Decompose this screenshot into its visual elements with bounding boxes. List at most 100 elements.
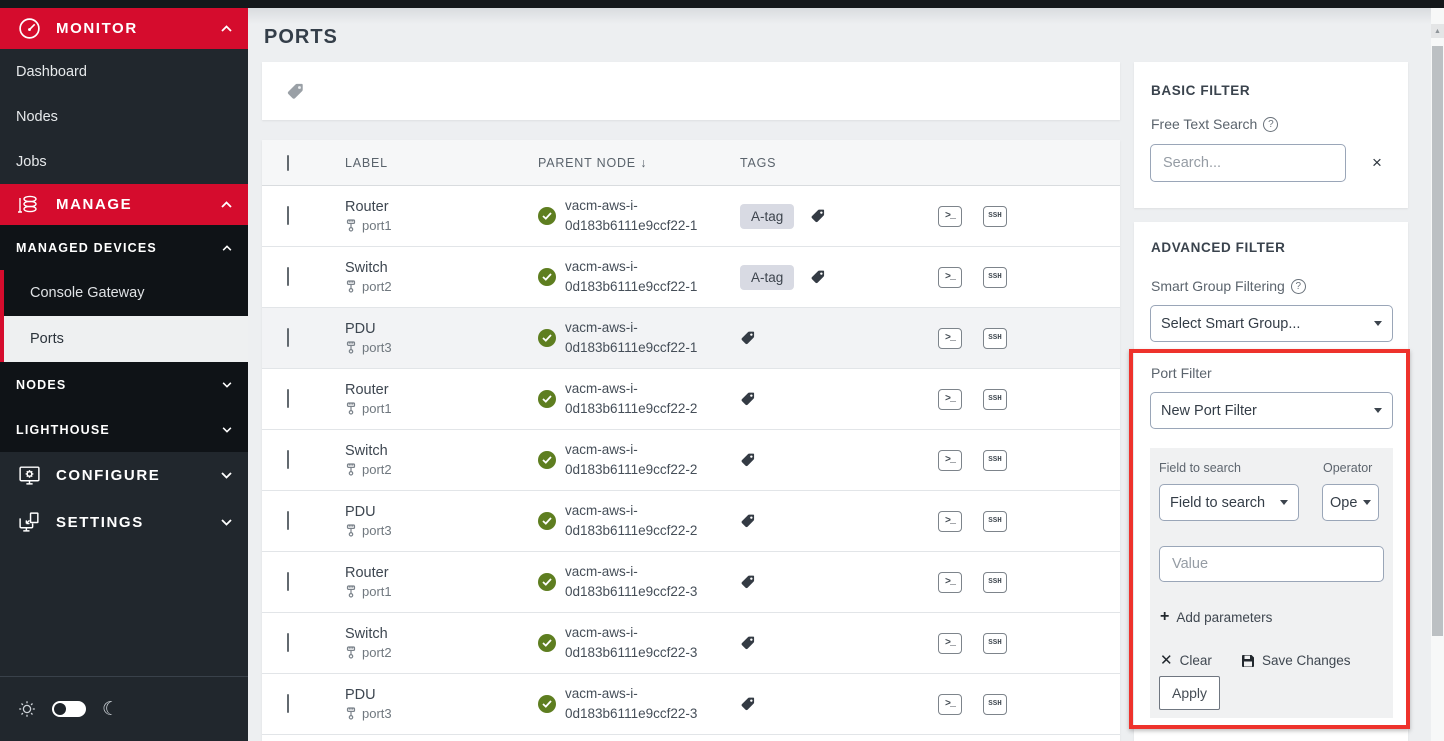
ssh-button[interactable]: SSH [983,450,1007,471]
sidebar-section-label: SETTINGS [56,514,207,531]
help-icon[interactable]: ? [1263,117,1278,132]
column-header-tags[interactable]: TAGS [740,156,938,170]
tag-icon[interactable] [740,330,756,346]
tag-icon[interactable] [740,696,756,712]
sidebar-group-nodes[interactable]: NODES [0,362,248,407]
web-terminal-button[interactable]: >_ [938,633,962,654]
sidebar-item-jobs[interactable]: Jobs [0,139,248,184]
sidebar-item-console-gateway[interactable]: Console Gateway [0,270,248,316]
ssh-button[interactable]: SSH [983,572,1007,593]
table-row[interactable]: Switch port2 vacm-aws-i-0d183b6111e9ccf2… [262,613,1120,674]
tag-icon[interactable] [740,452,756,468]
web-terminal-button[interactable]: >_ [938,328,962,349]
smart-group-filtering-label: Smart Group Filtering ? [1151,278,1306,294]
scrollbar-up-arrow[interactable]: ▲ [1431,24,1444,38]
row-checkbox[interactable] [287,633,289,652]
ssh-button[interactable]: SSH [983,511,1007,532]
tag-icon[interactable] [740,635,756,651]
sidebar-section-manage[interactable]: MANAGE [0,184,248,225]
search-input[interactable] [1150,144,1346,182]
parent-node-name[interactable]: vacm-aws-i-0d183b6111e9ccf22-1 [565,196,697,235]
sidebar-item-ports[interactable]: Ports [0,316,248,362]
vertical-scrollbar[interactable]: ▲ [1431,8,1444,741]
table-row[interactable]: PDU port3 vacm-aws-i-0d183b6111e9ccf22-2 [262,491,1120,552]
web-terminal-button[interactable]: >_ [938,450,962,471]
tag-icon[interactable] [740,391,756,407]
tag-icon[interactable] [810,269,826,285]
bulk-tag-toolbar [262,62,1120,120]
table-row[interactable]: Router port1 vacm-aws-i-0d183b6111e9ccf2… [262,186,1120,247]
table-row[interactable]: Router port1 vacm-aws-i-0d183b6111e9ccf2… [262,552,1120,613]
web-terminal-button[interactable]: >_ [938,206,962,227]
column-header-label[interactable]: LABEL [345,156,538,170]
ssh-button[interactable]: SSH [983,389,1007,410]
ssh-button[interactable]: SSH [983,694,1007,715]
table-row[interactable]: PDU port3 vacm-aws-i-0d183b6111e9ccf22-1 [262,308,1120,369]
sidebar-section-settings[interactable]: SETTINGS [0,499,248,546]
tag-icon[interactable] [810,208,826,224]
table-row[interactable]: Router port1 vacm-aws-i-0d183b6111e9ccf2… [262,369,1120,430]
node-status-ok-icon [538,512,556,530]
help-icon[interactable]: ? [1291,279,1306,294]
tag-icon[interactable] [740,513,756,529]
ssh-button[interactable]: SSH [983,633,1007,654]
web-terminal-button[interactable]: >_ [938,572,962,593]
port-label: Switch [345,626,538,642]
table-row[interactable]: Switch port2 vacm-aws-i-0d183b6111e9ccf2… [262,430,1120,491]
operator-select[interactable]: Opera [1322,484,1379,521]
clear-button[interactable]: ✕ Clear [1160,653,1212,668]
sidebar-item-dashboard[interactable]: Dashboard [0,49,248,94]
clear-search-icon[interactable]: × [1372,153,1382,173]
sidebar-section-configure[interactable]: CONFIGURE [0,452,248,499]
sidebar-group-lighthouse[interactable]: LIGHTHOUSE [0,407,248,452]
table-header-row: LABEL PARENT NODE ↓ TAGS [262,140,1120,186]
parent-node-name[interactable]: vacm-aws-i-0d183b6111e9ccf22-3 [565,684,697,723]
row-checkbox[interactable] [287,267,289,286]
web-terminal-button[interactable]: >_ [938,694,962,715]
scrollbar-thumb[interactable] [1432,46,1443,636]
row-checkbox[interactable] [287,328,289,347]
column-header-parent-node[interactable]: PARENT NODE ↓ [538,156,740,170]
sidebar-item-nodes[interactable]: Nodes [0,94,248,139]
ssh-button[interactable]: SSH [983,267,1007,288]
sidebar-group-managed-devices[interactable]: MANAGED DEVICES [0,225,248,270]
row-checkbox[interactable] [287,389,289,408]
ssh-button[interactable]: SSH [983,328,1007,349]
parent-node-name[interactable]: vacm-aws-i-0d183b6111e9ccf22-1 [565,257,697,296]
smart-group-select[interactable]: Select Smart Group... [1150,305,1393,342]
row-checkbox[interactable] [287,206,289,225]
table-row[interactable]: PDU port3 vacm-aws-i-0d183b6111e9ccf22-3 [262,674,1120,735]
web-terminal-button[interactable]: >_ [938,511,962,532]
row-checkbox[interactable] [287,511,289,530]
web-terminal-button[interactable]: >_ [938,267,962,288]
row-checkbox[interactable] [287,450,289,469]
ssh-button[interactable]: SSH [983,206,1007,227]
tag-chip[interactable]: A-tag [740,204,794,229]
row-checkbox[interactable] [287,694,289,713]
table-row[interactable]: Switch port2 vacm-aws-i-0d183b6111e9ccf2… [262,247,1120,308]
sun-icon [18,700,36,718]
tag-icon[interactable] [286,82,305,101]
tag-chip[interactable]: A-tag [740,265,794,290]
theme-toggle[interactable] [52,701,86,717]
web-terminal-button[interactable]: >_ [938,389,962,410]
port-name: port3 [362,706,392,721]
chevron-up-icon [221,25,232,32]
tag-icon[interactable] [740,574,756,590]
select-all-checkbox[interactable] [287,155,289,171]
parent-node-name[interactable]: vacm-aws-i-0d183b6111e9ccf22-1 [565,318,697,357]
add-parameters-button[interactable]: + Add parameters [1160,609,1272,625]
save-changes-button[interactable]: Save Changes [1241,653,1351,668]
sidebar-section-monitor[interactable]: MONITOR [0,8,248,49]
field-to-search-select[interactable]: Field to search [1159,484,1299,521]
row-checkbox[interactable] [287,572,289,591]
port-filter-select[interactable]: New Port Filter [1150,392,1393,429]
parent-node-name[interactable]: vacm-aws-i-0d183b6111e9ccf22-3 [565,562,697,601]
parent-node-name[interactable]: vacm-aws-i-0d183b6111e9ccf22-2 [565,501,697,540]
value-input[interactable] [1159,546,1384,582]
gauge-icon [16,16,42,41]
parent-node-name[interactable]: vacm-aws-i-0d183b6111e9ccf22-2 [565,379,697,418]
parent-node-name[interactable]: vacm-aws-i-0d183b6111e9ccf22-3 [565,623,697,662]
apply-button[interactable]: Apply [1159,676,1220,710]
parent-node-name[interactable]: vacm-aws-i-0d183b6111e9ccf22-2 [565,440,697,479]
